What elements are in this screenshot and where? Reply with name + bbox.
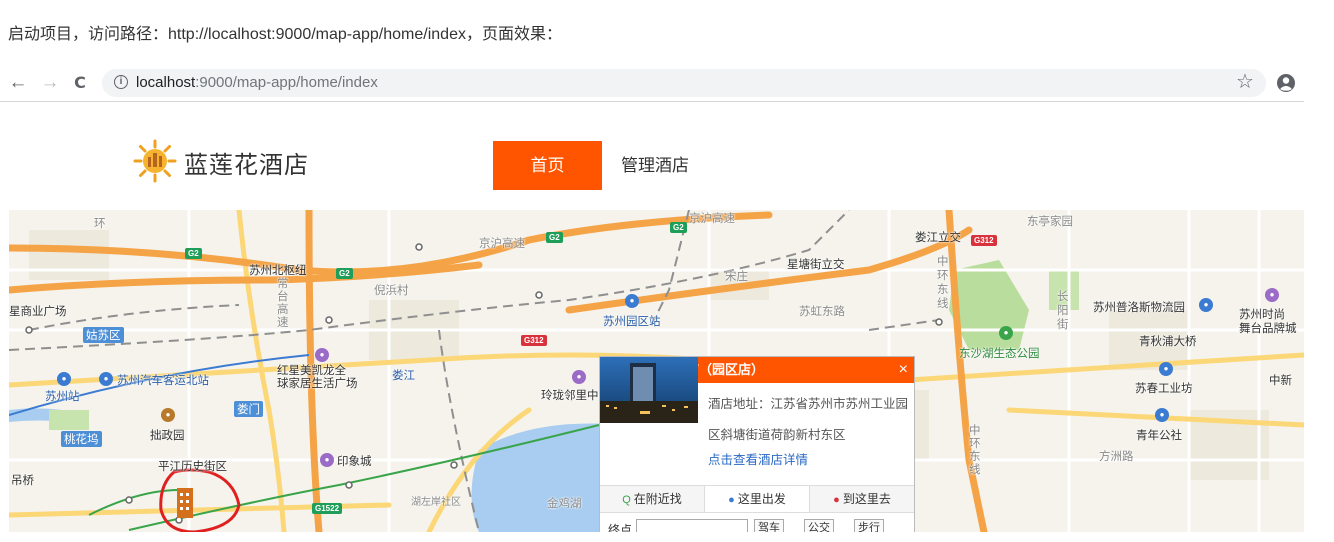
browser-toolbar: ← → C i localhost:9000/map-app/home/inde… (0, 64, 1304, 102)
forward-icon[interactable]: → (40, 73, 60, 93)
map-label-zhongxin: 中新 (1269, 375, 1292, 387)
map-label-suchun: 苏春工业坊 (1135, 383, 1193, 395)
walk-button[interactable]: 步行 (854, 519, 884, 532)
hotel-detail-link[interactable]: 点击查看酒店详情 (708, 449, 808, 468)
intro-text: 启动项目，访问路径：http://localhost:9000/map-app/… (8, 26, 562, 43)
map-label-loumen: 娄门 (234, 401, 263, 417)
tab-search-nearby[interactable]: Q 在附近找 (600, 486, 705, 512)
url-path: :9000/map-app/home/index (195, 74, 378, 91)
reload-icon[interactable]: C (70, 73, 90, 93)
nav-home-link[interactable]: 首页 (493, 141, 602, 190)
logistics-icon: ● (1199, 298, 1213, 312)
map-label-middle-ring-east-1: 中环东线 (937, 256, 949, 310)
map-label-jinghu-1: 京沪高速 (479, 238, 525, 250)
map-label-pingjiang: 平江历史街区 (158, 461, 227, 473)
tab-go-here[interactable]: ● 到这里去 (810, 486, 914, 512)
tab-depart-here[interactable]: ● 这里出发 (705, 486, 810, 512)
close-icon[interactable]: × (899, 357, 908, 383)
map-label-loujiang: 娄江 (392, 370, 415, 382)
route-tabs: Q 在附近找 ● 这里出发 ● 到这里去 (600, 485, 914, 513)
map-label-changtai: 常台高速 (277, 278, 289, 329)
hotel-photo (600, 357, 698, 423)
map-label-taohuawu: 桃花坞 (61, 431, 102, 447)
highway-shield-g2-4: G2 (670, 222, 687, 233)
map-label-youth-commune: 青年公社 (1136, 430, 1182, 442)
map-label-diaoqiao: 吊桥 (11, 475, 34, 487)
url-text[interactable]: localhost:9000/map-app/home/index (136, 74, 378, 91)
shopping-icon: ● (315, 348, 329, 362)
map-label-changyang: 长阳街 (1057, 291, 1069, 331)
commune-icon: ● (1155, 408, 1169, 422)
fashion-mall-icon: ● (1265, 288, 1279, 302)
highway-shield-g312-1: G312 (521, 335, 547, 346)
map-label-fashion-city: 苏州时尚 舞台品牌城 (1239, 309, 1297, 335)
map-label-gusu: 姑苏区 (83, 327, 124, 343)
metro-station-icon: ● (625, 294, 639, 308)
map-label-ring: 环 (94, 218, 106, 230)
map-label-middle-ring-east-2: 中环东线 (969, 425, 981, 476)
map-label-suhong-east-road: 苏虹东路 (799, 306, 845, 318)
map-label-nibang: 倪浜村 (374, 285, 409, 297)
info-icon[interactable]: i (114, 75, 128, 89)
map-label-zhuozheng-garden: 拙政园 (150, 430, 185, 442)
highway-shield-g2-1: G2 (185, 248, 202, 259)
tab-label: 这里出发 (737, 492, 786, 506)
route-form: 终点 驾车 公交 步行 (600, 517, 914, 532)
mall-icon: ● (320, 453, 334, 467)
destination-label: 终点 (608, 523, 633, 532)
map-label-loujiang-interchange: 娄江立交 (915, 232, 961, 244)
map-label-dongsha-park: 东沙湖生态公园 (959, 348, 1040, 360)
map-label-yinxiangcheng: 印象城 (337, 456, 372, 468)
map-label-redstar: 红星美凯龙全 球家居生活广场 (277, 365, 358, 390)
hotel-info-window: 苏州蓝莲花酒店（园区店） × 酒店地址：江苏省苏州市苏州工业园区斜塘街道荷韵新村… (599, 356, 915, 532)
end-pin-icon: ● (833, 494, 840, 506)
map-label-huzuoan: 湖左岸社区 (411, 497, 461, 508)
train-station-icon: ● (57, 372, 71, 386)
highway-shield-g1522: G1522 (312, 503, 343, 514)
bookmark-star-icon[interactable]: ☆ (1236, 72, 1254, 92)
neighborhood-center-icon: ● (572, 370, 586, 384)
highway-shield-g2-3: G2 (546, 232, 563, 243)
park-icon: ● (999, 326, 1013, 340)
drive-button[interactable]: 驾车 (754, 519, 784, 532)
map-label-fangzhou-road: 方洲路 (1099, 451, 1134, 463)
map-label-bus-station: 苏州汽车客运北站 (117, 375, 209, 387)
map-view[interactable]: 苏州北枢纽 倪浜村 星商业广场 姑苏区 苏州站 苏州汽车客运北站 拙政园 平江历… (9, 210, 1304, 532)
map-label-jinji-lake: 金鸡湖 (547, 498, 582, 510)
logo-icon (133, 139, 177, 183)
map-label-suzhou-north-hub: 苏州北枢纽 (249, 265, 307, 277)
map-label-songzhuang: 宋庄 (725, 271, 748, 283)
map-label-suzhou-station: 苏州站 (45, 391, 80, 403)
map-label-xingtang-interchange: 星塘街立交 (787, 259, 845, 271)
nav-manage-hotel-link[interactable]: 管理酒店 (621, 141, 689, 190)
back-icon[interactable]: ← (8, 73, 28, 93)
scenic-spot-icon: ● (161, 408, 175, 422)
destination-input[interactable] (636, 519, 748, 532)
bus-station-icon: ● (99, 372, 113, 386)
start-pin-icon: ● (728, 494, 735, 506)
account-icon[interactable] (1276, 73, 1296, 93)
map-label-mall: 星商业广场 (9, 306, 67, 318)
map-label-qingqiu-bridge: 青秋浦大桥 (1139, 336, 1197, 348)
tab-label: 在附近找 (633, 492, 682, 506)
url-host: localhost (136, 74, 196, 91)
map-label-prologis: 苏州普洛斯物流园 (1093, 302, 1185, 314)
search-icon: Q (622, 494, 631, 506)
industry-icon: ● (1159, 362, 1173, 376)
transit-button[interactable]: 公交 (804, 519, 834, 532)
map-label-dongting: 东亭家园 (1027, 216, 1073, 228)
address-bar[interactable]: i localhost:9000/map-app/home/index (102, 69, 1266, 97)
page-bottom-edge (0, 532, 1334, 542)
tab-label: 到这里去 (842, 492, 891, 506)
highway-shield-g312-2: G312 (971, 235, 997, 246)
logo-text[interactable]: 蓝莲花酒店 (184, 145, 309, 180)
map-label-park-station: 苏州园区站 (603, 316, 661, 328)
highway-shield-g2-2: G2 (336, 268, 353, 279)
map-label-jinghu-2: 京沪高速 (689, 213, 735, 225)
hotel-address: 酒店地址：江苏省苏州市苏州工业园区斜塘街道荷韵新村东区 (708, 397, 909, 442)
